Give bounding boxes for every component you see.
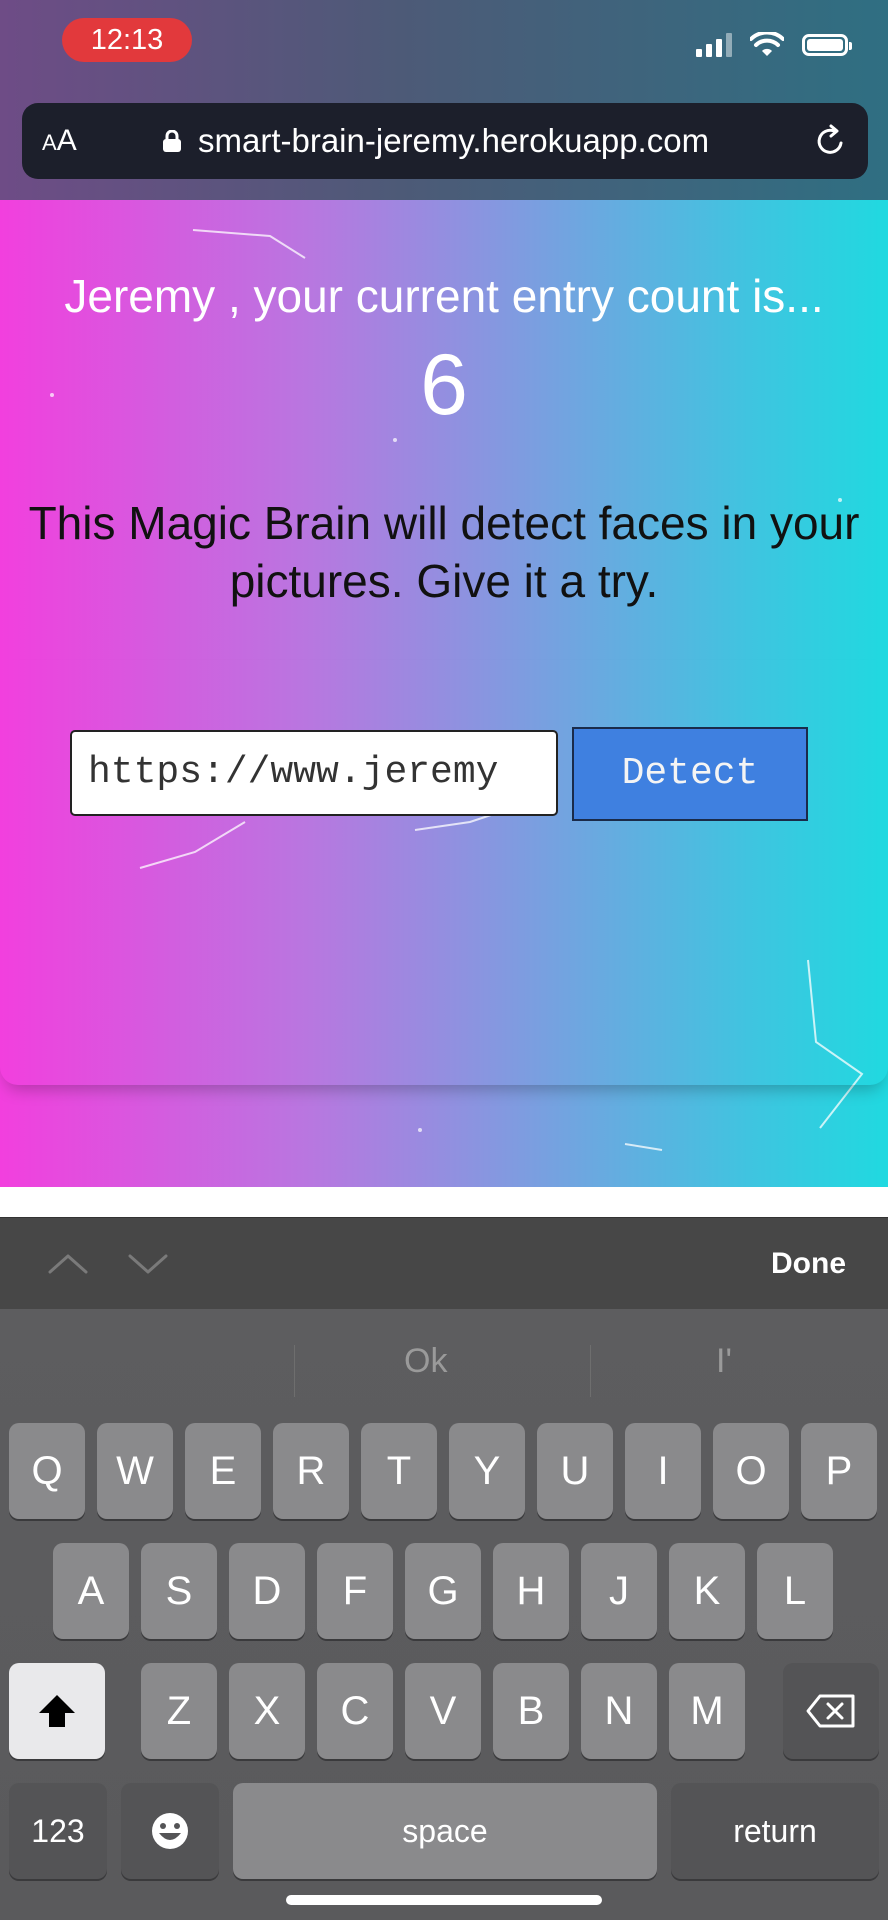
space-key[interactable]: space	[233, 1783, 657, 1879]
web-page: Jeremy , your current entry count is... …	[0, 200, 888, 1187]
key-k[interactable]: K	[669, 1543, 745, 1639]
suggestion-2[interactable]: Ok	[404, 1339, 447, 1383]
lock-icon	[163, 130, 181, 152]
key-a[interactable]: A	[53, 1543, 129, 1639]
done-button[interactable]: Done	[771, 1246, 846, 1282]
key-h[interactable]: H	[493, 1543, 569, 1639]
key-t[interactable]: T	[361, 1423, 437, 1519]
suggestion-bar: Ok I'	[0, 1309, 888, 1419]
key-j[interactable]: J	[581, 1543, 657, 1639]
key-z[interactable]: Z	[141, 1663, 217, 1759]
key-l[interactable]: L	[757, 1543, 833, 1639]
keyboard: Ok I' Q W E R T Y U I O P A S D F G H J …	[0, 1309, 888, 1920]
key-x[interactable]: X	[229, 1663, 305, 1759]
numbers-key[interactable]: 123	[9, 1783, 107, 1879]
key-o[interactable]: O	[713, 1423, 789, 1519]
entry-count-message: Jeremy , your current entry count is...	[64, 270, 824, 322]
backspace-key[interactable]	[783, 1663, 879, 1759]
page-bottom-strip	[0, 1187, 888, 1217]
address-bar[interactable]: AA smart-brain-jeremy.herokuapp.com	[22, 103, 868, 179]
key-b[interactable]: B	[493, 1663, 569, 1759]
suggestion-divider	[590, 1345, 591, 1397]
text-size-button[interactable]: AA	[42, 123, 77, 161]
suggestion-3[interactable]: I'	[716, 1339, 732, 1383]
cellular-signal-icon	[696, 33, 732, 57]
key-n[interactable]: N	[581, 1663, 657, 1759]
key-r[interactable]: R	[273, 1423, 349, 1519]
suggestion-divider	[294, 1345, 295, 1397]
chevron-down-icon[interactable]	[128, 1244, 168, 1284]
key-w[interactable]: W	[97, 1423, 173, 1519]
key-q[interactable]: Q	[9, 1423, 85, 1519]
key-y[interactable]: Y	[449, 1423, 525, 1519]
key-d[interactable]: D	[229, 1543, 305, 1639]
key-i[interactable]: I	[625, 1423, 701, 1519]
image-url-input[interactable]: https://www.jeremy	[70, 730, 558, 816]
shift-arrow-icon	[39, 1695, 75, 1727]
key-m[interactable]: M	[669, 1663, 745, 1759]
emoji-icon	[152, 1813, 188, 1849]
url-text[interactable]: smart-brain-jeremy.herokuapp.com	[198, 123, 709, 159]
chevron-up-icon[interactable]	[48, 1244, 88, 1284]
key-e[interactable]: E	[185, 1423, 261, 1519]
shift-key[interactable]	[9, 1663, 105, 1759]
key-p[interactable]: P	[801, 1423, 877, 1519]
status-icons	[696, 30, 852, 60]
key-v[interactable]: V	[405, 1663, 481, 1759]
entry-count-value: 6	[420, 337, 468, 433]
keyboard-toolbar: Done	[0, 1217, 888, 1310]
key-c[interactable]: C	[317, 1663, 393, 1759]
app-description: This Magic Brain will detect faces in yo…	[28, 497, 860, 607]
emoji-key[interactable]	[121, 1783, 219, 1879]
detect-button[interactable]: Detect	[572, 727, 808, 821]
backspace-icon	[806, 1694, 855, 1728]
return-key[interactable]: return	[671, 1783, 879, 1879]
key-g[interactable]: G	[405, 1543, 481, 1639]
reload-icon[interactable]	[812, 123, 848, 159]
home-indicator	[286, 1895, 602, 1905]
browser-chrome: 12:13 AA smart-brain-jeremy.herokuapp.co…	[0, 0, 888, 200]
battery-icon	[802, 34, 852, 56]
status-time: 12:13	[62, 18, 192, 62]
wifi-icon	[750, 32, 784, 56]
key-u[interactable]: U	[537, 1423, 613, 1519]
key-s[interactable]: S	[141, 1543, 217, 1639]
key-f[interactable]: F	[317, 1543, 393, 1639]
